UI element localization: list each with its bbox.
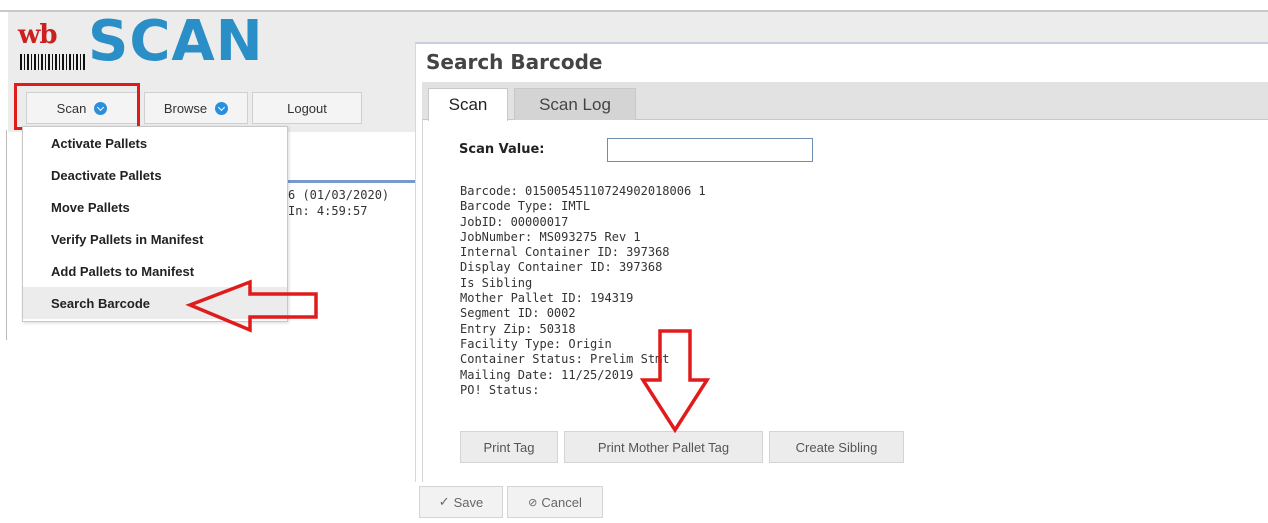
left-arrow-annotation — [185, 279, 318, 333]
down-arrow-annotation — [639, 329, 711, 434]
annotation-layer — [185, 279, 711, 434]
